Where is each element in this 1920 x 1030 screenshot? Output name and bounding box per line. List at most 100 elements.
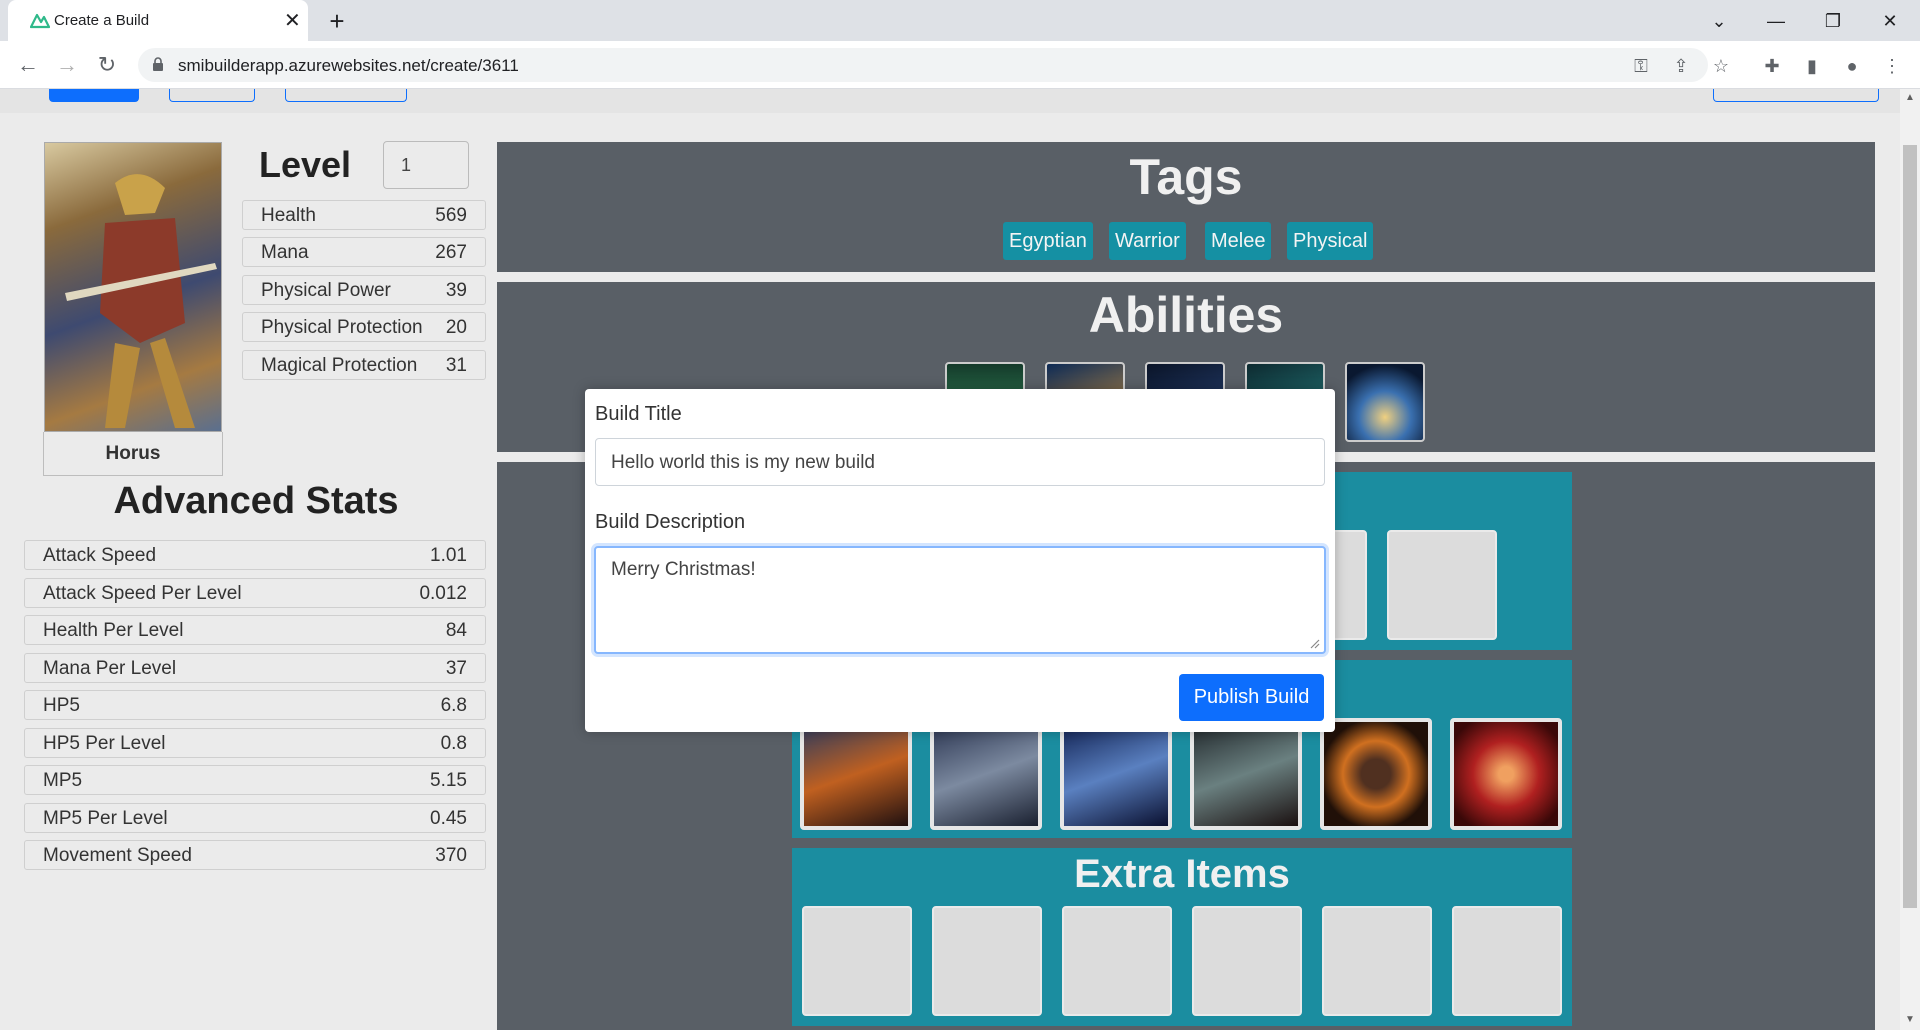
extra-item-slot[interactable] <box>1192 906 1302 1016</box>
stat-label: HP5 Per Level <box>43 733 166 754</box>
stat-label: Physical Power <box>261 280 391 301</box>
build-description-textarea[interactable]: Merry Christmas! <box>594 546 1326 654</box>
scroll-up-icon[interactable]: ▲ <box>1903 92 1917 103</box>
stat-label: MP5 <box>43 770 83 791</box>
ability-ultimate-icon[interactable] <box>1345 362 1425 442</box>
item-slot-6[interactable] <box>1450 718 1562 830</box>
reload-icon[interactable]: ↻ <box>92 50 122 80</box>
stat-row-health: Health 569 <box>242 200 486 230</box>
stat-value: 0.45 <box>430 808 467 829</box>
tab-close-icon[interactable]: ✕ <box>284 8 301 33</box>
tag-badge: Melee <box>1205 222 1272 260</box>
side-panel-icon[interactable]: ▮ <box>1800 54 1824 78</box>
nav-button-tertiary[interactable] <box>285 89 407 102</box>
scrollbar-thumb[interactable] <box>1903 145 1917 908</box>
stat-value: 31 <box>445 355 467 376</box>
stat-label: Attack Speed Per Level <box>43 583 242 604</box>
url-field[interactable]: smibuilderapp.azurewebsites.net/create/3… <box>138 48 1708 82</box>
extra-item-slot[interactable] <box>802 906 912 1016</box>
stat-label: Movement Speed <box>43 845 192 866</box>
nav-button-right[interactable] <box>1713 89 1879 102</box>
profile-avatar-icon[interactable]: ● <box>1840 54 1864 78</box>
back-icon[interactable]: ← <box>13 50 43 80</box>
stat-label: HP5 <box>43 695 80 716</box>
adv-stat-row: Attack Speed 1.01 <box>24 540 486 570</box>
stat-value: 569 <box>435 205 467 226</box>
browser-menu-icon[interactable]: ⋮ <box>1880 54 1904 78</box>
stat-label: MP5 Per Level <box>43 808 168 829</box>
build-title-label: Build Title <box>595 403 682 425</box>
stat-label: Health Per Level <box>43 620 184 641</box>
build-description-label: Build Description <box>595 511 746 533</box>
god-name: Horus <box>105 443 161 464</box>
extra-items-title: Extra Items <box>1074 852 1290 896</box>
stat-value: 0.8 <box>440 733 467 754</box>
stat-value: 370 <box>435 845 467 866</box>
stat-label: Mana <box>261 242 309 263</box>
tag-badge: Physical <box>1287 222 1374 260</box>
tags-panel: Tags <box>497 142 1875 272</box>
share-icon[interactable]: ⇪ <box>1669 54 1693 78</box>
item-slot-1[interactable] <box>800 718 912 830</box>
build-title-input[interactable]: Hello world this is my new build <box>595 438 1325 486</box>
minimize-icon[interactable]: — <box>1756 6 1796 36</box>
god-portrait <box>44 142 222 432</box>
forward-icon[interactable]: → <box>52 50 82 80</box>
item-slot-5[interactable] <box>1320 718 1432 830</box>
window-close-icon[interactable]: ✕ <box>1870 6 1910 36</box>
new-tab-button[interactable]: + <box>322 6 352 36</box>
stat-label: Health <box>261 205 316 226</box>
adv-stat-row: Health Per Level 84 <box>24 615 486 645</box>
stat-value: 267 <box>435 242 467 263</box>
scroll-down-icon[interactable]: ▼ <box>1903 1014 1917 1025</box>
site-logo-icon <box>30 13 50 29</box>
item-slot-3[interactable] <box>1060 718 1172 830</box>
level-label: Level <box>259 144 352 185</box>
publish-build-button[interactable]: Publish Build <box>1179 674 1324 721</box>
adv-stat-row: Mana Per Level 37 <box>24 653 486 683</box>
stat-value: 5.15 <box>430 770 467 791</box>
abilities-title: Abilities <box>1088 287 1284 343</box>
resize-handle-icon[interactable] <box>1308 636 1320 649</box>
browser-tab[interactable]: Create a Build ✕ <box>8 0 308 41</box>
bookmark-star-icon[interactable]: ☆ <box>1709 54 1733 78</box>
extra-item-slot[interactable] <box>1322 906 1432 1016</box>
stat-value: 6.8 <box>440 695 467 716</box>
adv-stat-row: Attack Speed Per Level 0.012 <box>24 578 486 608</box>
tag-badge: Warrior <box>1109 222 1186 260</box>
stat-value: 84 <box>445 620 467 641</box>
adv-stat-row: MP5 Per Level 0.45 <box>24 803 486 833</box>
adv-stat-row: HP5 Per Level 0.8 <box>24 728 486 758</box>
nav-button-primary[interactable] <box>49 89 139 102</box>
nav-button-secondary[interactable] <box>169 89 255 102</box>
stat-value: 39 <box>445 280 467 301</box>
extensions-icon[interactable]: ✚ <box>1760 54 1784 78</box>
adv-stat-row: HP5 6.8 <box>24 690 486 720</box>
advanced-stats-title: Advanced Stats <box>113 480 399 522</box>
level-input[interactable]: 1 <box>383 141 469 189</box>
stat-value: 20 <box>445 317 467 338</box>
tags-title: Tags <box>1129 149 1243 205</box>
extra-item-slot[interactable] <box>1062 906 1172 1016</box>
god-portrait-art <box>65 174 217 428</box>
tag-badge: Egyptian <box>1003 222 1093 260</box>
stat-label: Magical Protection <box>261 355 418 376</box>
stat-label: Attack Speed <box>43 545 157 566</box>
extra-item-slot[interactable] <box>1452 906 1562 1016</box>
password-key-icon[interactable]: ⚿ <box>1629 54 1653 78</box>
stat-value: 0.012 <box>419 583 467 604</box>
stat-row-mana: Mana 267 <box>242 237 486 267</box>
extra-item-slot[interactable] <box>932 906 1042 1016</box>
restore-icon[interactable]: ❐ <box>1813 6 1853 36</box>
item-slot-2[interactable] <box>930 718 1042 830</box>
stat-value: 37 <box>445 658 467 679</box>
adv-stat-row: MP5 5.15 <box>24 765 486 795</box>
tab-search-icon[interactable]: ⌄ <box>1699 6 1739 36</box>
item-slot-4[interactable] <box>1190 718 1302 830</box>
relic-slot[interactable] <box>1387 530 1497 640</box>
stat-label: Physical Protection <box>261 317 423 338</box>
lock-icon <box>153 57 163 71</box>
adv-stat-row: Movement Speed 370 <box>24 840 486 870</box>
stat-row-physical-protection: Physical Protection 20 <box>242 312 486 342</box>
stat-row-magical-protection: Magical Protection 31 <box>242 350 486 380</box>
